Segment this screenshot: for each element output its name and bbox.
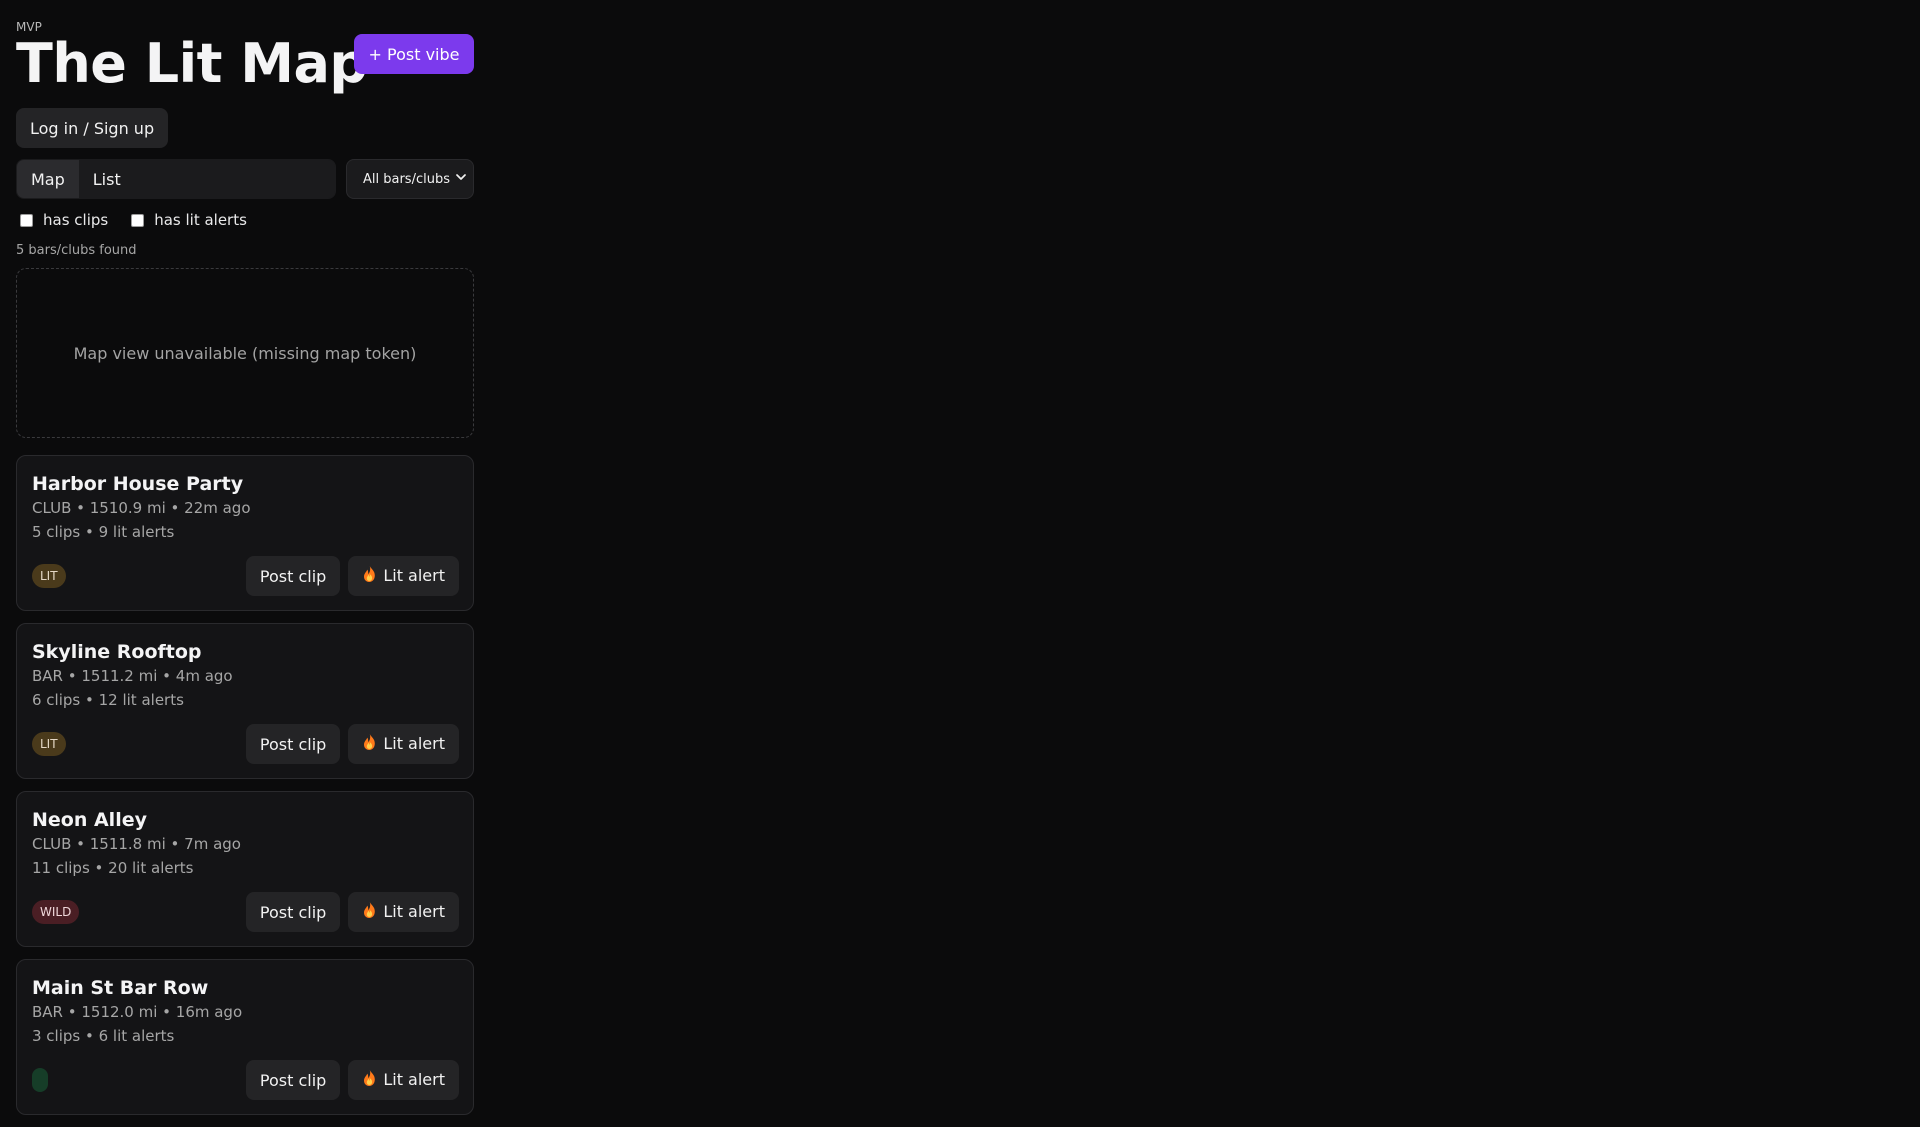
status-badge: LIT [32,732,66,756]
venue-stats: 6 clips • 12 lit alerts [32,691,184,709]
view-controls: Map List All bars/clubs [16,159,474,199]
lit-alert-button[interactable]: Lit alert [348,556,459,596]
fire-icon [362,565,377,587]
has-lit-alerts-filter[interactable]: has lit alerts [127,211,247,229]
lit-alert-button[interactable]: Lit alert [348,724,459,764]
has-clips-checkbox[interactable] [20,213,33,227]
venue-name: Neon Alley [32,809,147,831]
app-shell: MVP The Lit Map + Post vibe Log in / Sig… [16,16,474,1127]
login-signup-button[interactable]: Log in / Sign up [16,108,169,148]
lit-alert-label: Lit alert [383,566,445,585]
card-actions: Post clip Lit alert [245,724,459,764]
venue-type-select[interactable]: All bars/clubs [346,159,474,199]
venue-card: Skyline Rooftop BAR • 1511.2 mi • 4m ago… [16,623,474,779]
post-clip-button[interactable]: Post clip [245,1060,341,1100]
fire-icon [362,1069,377,1091]
post-clip-button[interactable]: Post clip [245,556,341,596]
venue-card: Harbor House Party CLUB • 1510.9 mi • 22… [16,455,474,611]
map-placeholder: Map view unavailable (missing map token) [16,268,474,438]
has-lit-alerts-label: has lit alerts [154,211,247,229]
post-clip-button[interactable]: Post clip [245,892,341,932]
venue-stats: 11 clips • 20 lit alerts [32,859,194,877]
header: The Lit Map + Post vibe [16,32,474,95]
post-clip-button[interactable]: Post clip [245,724,341,764]
has-clips-label: has clips [43,211,109,229]
status-badge: WILD [32,900,80,924]
view-toggle: Map List [16,159,336,199]
venue-list: Harbor House Party CLUB • 1510.9 mi • 22… [16,455,474,1115]
venue-name: Skyline Rooftop [32,641,202,663]
has-lit-alerts-checkbox[interactable] [131,213,145,227]
venue-type-select-wrapper: All bars/clubs [346,159,474,199]
status-badge [32,1068,48,1092]
venue-stats: 3 clips • 6 lit alerts [32,1027,175,1045]
venue-meta: BAR • 1512.0 mi • 16m ago [32,1003,243,1021]
venue-card: Main St Bar Row BAR • 1512.0 mi • 16m ag… [16,959,474,1115]
card-actions: Post clip Lit alert [245,892,459,932]
has-clips-filter[interactable]: has clips [16,211,108,229]
venue-meta: CLUB • 1510.9 mi • 22m ago [32,499,251,517]
status-badge: LIT [32,564,66,588]
auth-row: Log in / Sign up [16,108,474,148]
venue-name: Harbor House Party [32,473,244,495]
lit-alert-label: Lit alert [383,734,445,753]
fire-icon [362,733,377,755]
fire-icon [362,901,377,923]
map-view-tab[interactable]: Map [17,160,79,198]
venue-name: Main St Bar Row [32,977,209,999]
venue-meta: BAR • 1511.2 mi • 4m ago [32,667,233,685]
filter-row: has clips has lit alerts [16,211,474,229]
list-view-tab[interactable]: List [79,160,135,198]
post-vibe-button[interactable]: + Post vibe [354,34,474,74]
lit-alert-button[interactable]: Lit alert [348,892,459,932]
venue-stats: 5 clips • 9 lit alerts [32,523,175,541]
results-count: 5 bars/clubs found [16,243,137,258]
lit-alert-label: Lit alert [383,902,445,921]
lit-alert-button[interactable]: Lit alert [348,1060,459,1100]
venue-meta: CLUB • 1511.8 mi • 7m ago [32,835,241,853]
card-actions: Post clip Lit alert [245,556,459,596]
card-actions: Post clip Lit alert [245,1060,459,1100]
page-title: The Lit Map [16,32,368,95]
venue-card: Neon Alley CLUB • 1511.8 mi • 7m ago 11 … [16,791,474,947]
